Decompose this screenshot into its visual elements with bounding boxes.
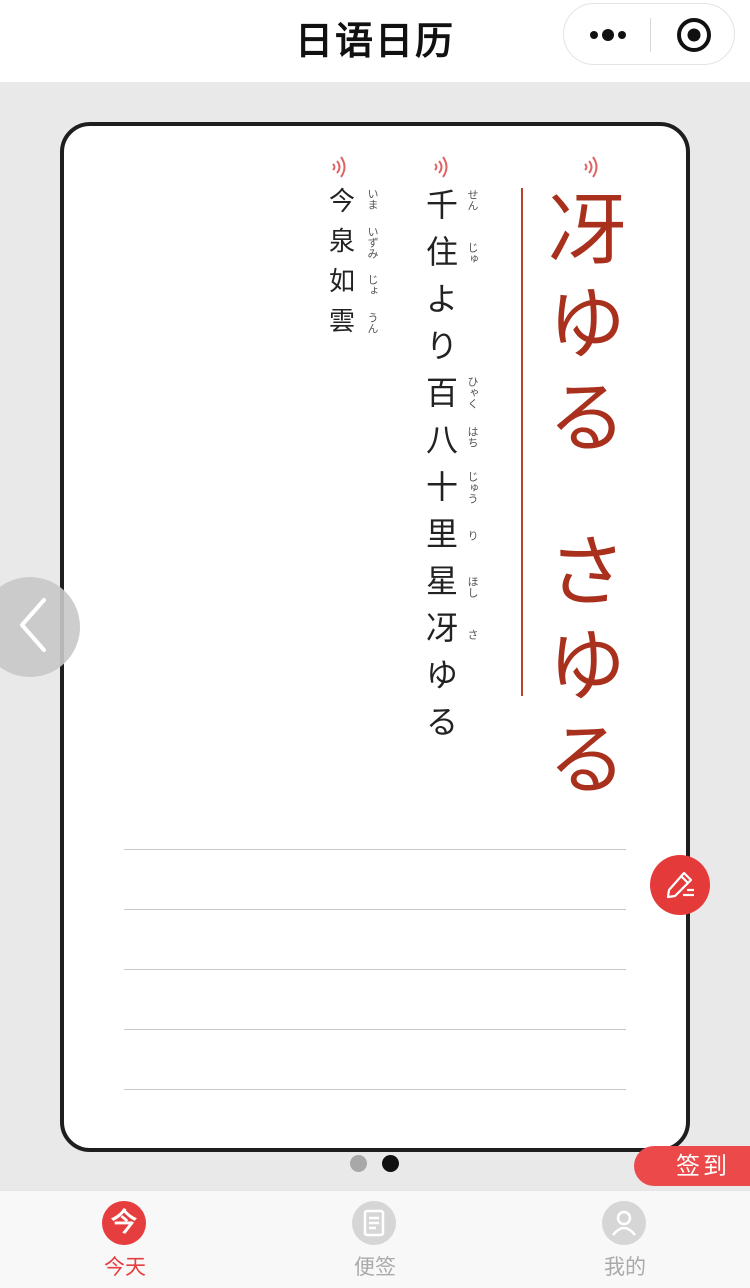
poem-char: 千 [425, 186, 458, 224]
tab-mine[interactable]: 我的 [500, 1191, 750, 1288]
note-line[interactable] [124, 909, 626, 910]
user-icon [602, 1201, 646, 1245]
tab-label: 我的 [604, 1255, 646, 1279]
note-line[interactable] [124, 849, 626, 850]
check-in-button[interactable]: 签到 [634, 1146, 750, 1186]
pencil-icon [666, 871, 694, 899]
play-audio-poem-icon[interactable] [432, 154, 452, 180]
poem-text: 千 住 よ り 百 八 十 里 星 冴 ゆ る [412, 182, 472, 746]
calendar-card: 冴 ゆ る さ ゆ る 千 住 よ り 百 八 十 里 星 冴 ゆ る せん じ… [60, 122, 690, 1152]
poem-char: 星 [425, 562, 458, 600]
nav-bar: 日语日历 [0, 0, 750, 82]
poem-char: 冴 [425, 609, 458, 647]
poem-char: る [425, 703, 458, 741]
tab-label: 今天 [104, 1255, 146, 1279]
poem-char: 八 [425, 421, 458, 459]
author-char: 今 [328, 187, 355, 217]
note-line[interactable] [124, 1089, 626, 1090]
poem-ruby: せん [466, 189, 479, 211]
poem-char: 十 [425, 468, 458, 506]
main-word-char: 冴 [547, 186, 626, 276]
poem-ruby: さ [466, 629, 479, 640]
poem-ruby: り [466, 530, 479, 541]
poem-char: 里 [425, 515, 458, 553]
word-divider-line [521, 188, 523, 696]
page-dot-active[interactable] [382, 1155, 399, 1172]
today-icon: 今 [102, 1201, 146, 1245]
author-ruby: いずみ [366, 226, 379, 259]
main-word-char: ゆ [547, 622, 626, 712]
main-word: 冴 ゆ る さ ゆ る [542, 184, 632, 808]
main-word-char: さ [547, 528, 626, 618]
note-icon [352, 1201, 396, 1245]
author-ruby: うん [366, 312, 379, 334]
author-char: 如 [328, 267, 355, 297]
author-ruby: じょ [366, 274, 379, 296]
chevron-left-icon [20, 598, 46, 652]
play-audio-author-icon[interactable] [330, 154, 350, 180]
tab-today[interactable]: 今 今天 [0, 1191, 250, 1288]
author-name: 今 泉 如 雲 [322, 182, 362, 342]
poem-ruby: はち [466, 426, 479, 448]
author-char: 泉 [328, 227, 355, 257]
close-mini-program-icon[interactable] [676, 17, 712, 53]
play-audio-word-icon[interactable] [582, 154, 602, 180]
main-word-char: ゆ [547, 280, 626, 370]
poem-ruby: じゅう [466, 471, 479, 504]
page-indicator [350, 1155, 410, 1173]
author-ruby: いま [366, 188, 379, 210]
poem-char: ゆ [425, 656, 458, 694]
poem-ruby: ほし [466, 576, 479, 598]
note-line[interactable] [124, 969, 626, 970]
poem-char: り [425, 327, 458, 365]
poem-ruby: じゅ [466, 242, 479, 264]
main-word-char: る [547, 716, 626, 806]
tab-notes[interactable]: 便签 [250, 1191, 500, 1288]
poem-ruby: ひゃく [466, 376, 479, 409]
mini-program-capsule [563, 3, 735, 65]
poem-char: 百 [425, 374, 458, 412]
tab-label: 便签 [354, 1255, 396, 1279]
poem-char: よ [425, 280, 458, 318]
note-line[interactable] [124, 1029, 626, 1030]
edit-note-button[interactable] [650, 855, 710, 915]
poem-char: 住 [425, 233, 458, 271]
more-icon[interactable] [588, 24, 628, 46]
author-char: 雲 [328, 307, 355, 337]
tab-bar: 今 今天 便签 我的 [0, 1190, 750, 1288]
main-word-char: る [547, 374, 626, 464]
page-dot[interactable] [350, 1155, 367, 1172]
capsule-divider [650, 18, 651, 52]
